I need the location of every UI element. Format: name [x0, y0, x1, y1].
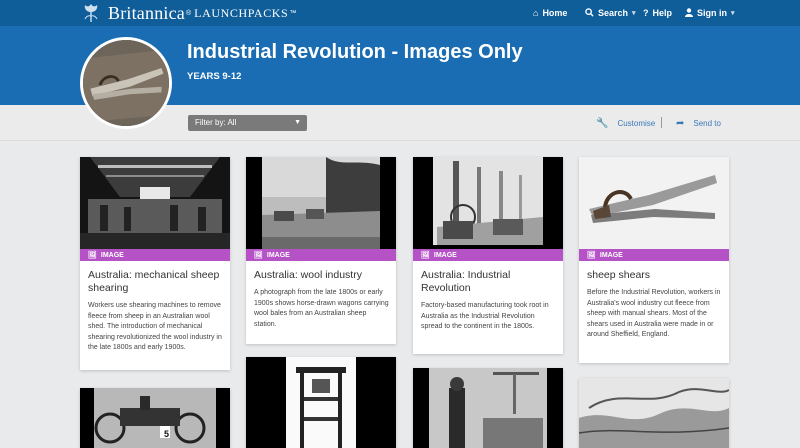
year-level: YEARS 9-12 [187, 71, 242, 82]
toolbar-divider [661, 117, 662, 128]
image-icon: 🖼 [587, 252, 596, 259]
caret-down-icon: ▼ [294, 119, 301, 126]
nav-home-label: Home [542, 8, 568, 18]
sheep-shears-thumbnail [83, 40, 169, 126]
product-trademark: ™ [289, 9, 297, 17]
top-navbar: Britannica ® LAUNCHPACKS ™ ⌂ Home Search ▾… [0, 0, 800, 26]
media-card[interactable] [246, 357, 396, 448]
nav-search[interactable]: Search ▾ [585, 0, 636, 26]
media-card[interactable]: 🖼 IMAGE Australia: mechanical sheep shea… [80, 157, 230, 370]
britannica-logo[interactable]: Britannica ® LAUNCHPACKS ™ [80, 3, 296, 23]
thistle-logo-icon [84, 4, 98, 22]
media-type-badge: 🖼 IMAGE [413, 249, 563, 261]
nav-home[interactable]: ⌂ Home [533, 0, 567, 26]
nav-help[interactable]: ? Help [643, 0, 672, 26]
share-arrow-icon: ➦ [676, 117, 685, 129]
card-image [413, 157, 563, 249]
card-description: Factory-based manufacturing took root in… [421, 302, 549, 330]
page-title: Industrial Revolution - Images Only [187, 41, 523, 63]
nav-signin-label: Sign in [697, 8, 727, 18]
card-description: Workers use shearing machines to remove … [88, 302, 222, 351]
card-image [246, 357, 396, 448]
media-card[interactable] [413, 368, 563, 448]
product-name: LAUNCHPACKS [194, 5, 289, 20]
card-image [579, 157, 729, 249]
media-card[interactable]: 🖼 IMAGE sheep shears Before the Industri… [579, 157, 729, 363]
send-to-button[interactable]: ➦ Send to [676, 105, 721, 141]
image-icon: 🖼 [254, 252, 263, 259]
pack-thumbnail-image [80, 37, 172, 129]
badge-label: IMAGE [433, 251, 457, 259]
media-type-badge: 🖼 IMAGE [80, 249, 230, 261]
card-title[interactable]: sheep shears [587, 269, 723, 282]
help-icon: ? [643, 8, 649, 18]
card-title[interactable]: Australia: Industrial Revolution [421, 269, 557, 295]
brand-registered-mark: ® [185, 9, 192, 17]
media-type-badge: 🖼 IMAGE [579, 249, 729, 261]
media-card[interactable]: 🖼 IMAGE Australia: wool industry A photo… [246, 157, 396, 344]
nav-search-label: Search [598, 8, 629, 18]
card-image [413, 368, 563, 448]
badge-label: IMAGE [599, 251, 623, 259]
media-card[interactable]: 🖼 IMAGE Australia: Industrial Revolution… [413, 157, 563, 354]
filter-dropdown[interactable]: Filter by: All ▼ [188, 115, 307, 131]
card-title[interactable]: Australia: wool industry [254, 269, 390, 282]
chevron-down-icon: ▾ [632, 10, 636, 17]
media-card[interactable] [579, 378, 729, 448]
card-image: 5 [80, 388, 230, 448]
card-image [246, 157, 396, 249]
badge-label: IMAGE [266, 251, 290, 259]
card-description: Before the Industrial Revolution, worker… [587, 289, 721, 338]
image-icon: 🖼 [88, 252, 97, 259]
media-card[interactable]: 5 [80, 388, 230, 448]
wrench-icon: 🔧 [596, 117, 609, 129]
filter-dropdown-value: Filter by: All [195, 118, 237, 127]
send-to-label: Send to [693, 118, 721, 128]
home-icon: ⌂ [533, 8, 539, 18]
search-icon [585, 7, 594, 19]
nav-signin[interactable]: Sign in ▾ [685, 0, 735, 26]
user-icon [685, 7, 693, 19]
media-type-badge: 🖼 IMAGE [246, 249, 396, 261]
customise-label: Customise [617, 118, 656, 128]
number-plate: 5 [164, 429, 170, 439]
card-title[interactable]: Australia: mechanical sheep shearing [88, 269, 224, 295]
chevron-down-icon: ▾ [731, 10, 735, 17]
card-image [579, 378, 729, 448]
customise-button[interactable]: 🔧 Customise [596, 105, 655, 141]
image-icon: 🖼 [421, 252, 430, 259]
card-description: A photograph from the late 1800s or earl… [254, 289, 389, 328]
card-image [80, 157, 230, 249]
brand-name: Britannica [108, 2, 185, 23]
badge-label: IMAGE [100, 251, 124, 259]
nav-help-label: Help [652, 8, 673, 18]
